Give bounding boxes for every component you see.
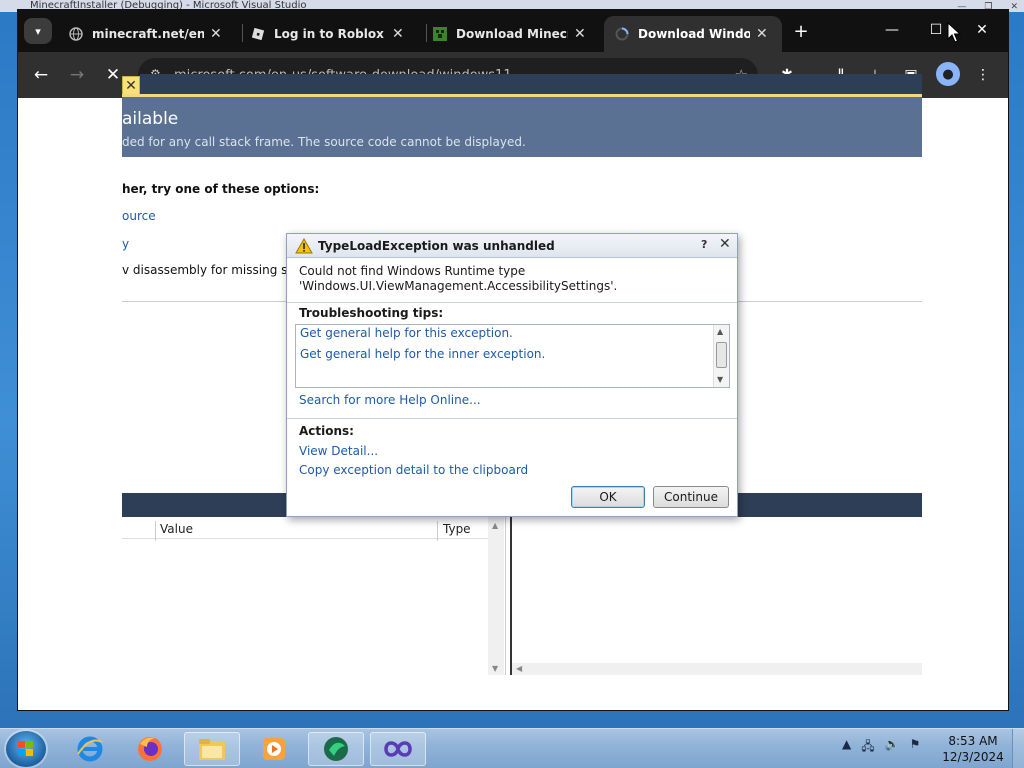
view-disassembly-link[interactable]: y	[122, 237, 129, 251]
browse-source-link[interactable]: ource	[122, 209, 156, 223]
dialog-close-icon[interactable]: ✕	[719, 236, 731, 252]
minimize-button[interactable]: —	[880, 18, 904, 42]
actions-heading: Actions:	[299, 424, 354, 438]
maximize-button[interactable]: ☐	[924, 18, 948, 42]
close-tab-icon[interactable]: ✕	[574, 26, 590, 42]
document-tab-strip	[140, 74, 922, 94]
value-column-header[interactable]: Value	[160, 522, 193, 536]
plus-icon: +	[793, 20, 809, 42]
volume-muted-icon[interactable]: 🔈	[885, 737, 900, 758]
maximize-icon: ☐	[929, 22, 943, 38]
copy-exception-detail-link[interactable]: Copy exception detail to the clipboard	[299, 463, 528, 477]
roblox-icon	[250, 26, 266, 42]
clock-time: 8:53 AM	[948, 734, 998, 748]
divider	[287, 302, 737, 303]
tab-download-minecraft[interactable]: Download Minecraft ✕	[422, 16, 600, 52]
source-not-available-header: ailable ded for any call stack frame. Th…	[122, 97, 922, 157]
network-icon[interactable]: 🖧	[861, 737, 874, 758]
clock[interactable]: 8:53 AM 12/3/2024	[940, 733, 1006, 765]
tab-title: minecraft.net/en-us/	[92, 27, 204, 41]
show-hidden-icons-icon[interactable]: ▲	[842, 737, 851, 758]
help-icon[interactable]: ?	[701, 238, 707, 251]
exception-message-line: Could not find Windows Runtime type	[299, 264, 526, 278]
close-icon: ✕	[105, 65, 121, 85]
globe-icon	[68, 26, 84, 42]
locals-header: Value Type	[122, 519, 490, 541]
file-explorer-icon[interactable]	[184, 732, 240, 766]
clock-date: 12/3/2024	[942, 750, 1004, 764]
chevron-down-icon: ▾	[35, 24, 41, 38]
windows-logo-icon	[18, 741, 34, 757]
tab-minecraft-net[interactable]: minecraft.net/en-us/ ✕	[58, 16, 236, 52]
close-document-icon[interactable]: ✕	[122, 76, 140, 96]
tab-title: Download Windows	[638, 27, 750, 41]
locals-scrollbar[interactable]: ▲ ▼	[488, 517, 504, 675]
divider	[287, 418, 737, 419]
new-tab-button[interactable]: +	[790, 20, 812, 42]
more-menu-icon[interactable]: ⋮	[972, 64, 994, 86]
call-stack-panel: ◀	[510, 517, 922, 675]
back-button[interactable]: ←	[28, 62, 54, 88]
tab-strip: ▾ minecraft.net/en-us/ ✕ Log in to Roblo…	[18, 10, 1008, 52]
source-not-available-desc: ded for any call stack frame. The source…	[122, 135, 526, 149]
exception-message-line: 'Windows.UI.ViewManagement.Accessibility…	[299, 279, 618, 293]
scroll-down-icon[interactable]: ▼	[492, 664, 498, 673]
firefox-icon[interactable]	[122, 732, 178, 766]
start-button[interactable]	[6, 731, 46, 767]
tab-download-windows[interactable]: Download Windows ✕	[604, 16, 782, 52]
column-separator[interactable]	[155, 521, 156, 541]
exception-message: Could not find Windows Runtime type 'Win…	[299, 264, 729, 294]
source-not-available-title: ailable	[122, 109, 179, 129]
type-column-header[interactable]: Type	[443, 522, 471, 536]
taskbar: ▲ 🖧 🔈 ⚑ 8:53 AM 12/3/2024	[0, 728, 1024, 768]
tips-scrollbar[interactable]: ▲ ▼	[713, 325, 729, 387]
scroll-left-icon[interactable]: ◀	[516, 664, 522, 673]
continue-button[interactable]: Continue	[653, 486, 729, 508]
column-separator[interactable]	[437, 521, 438, 541]
minimize-icon: —	[885, 22, 899, 38]
close-tab-icon[interactable]: ✕	[756, 26, 772, 42]
mouse-cursor-icon	[947, 22, 961, 43]
view-detail-link[interactable]: View Detail...	[299, 444, 378, 458]
close-icon: ✕	[976, 22, 988, 38]
internet-explorer-icon[interactable]	[62, 732, 118, 766]
search-help-online-link[interactable]: Search for more Help Online...	[299, 393, 481, 407]
troubleshooting-list: Get general help for this exception. Get…	[295, 324, 730, 388]
exception-dialog: TypeLoadException was unhandled ? ✕ Coul…	[286, 233, 738, 517]
scroll-down-icon[interactable]: ▼	[717, 375, 723, 384]
inner-exception-help-link[interactable]: Get general help for the inner exception…	[300, 347, 545, 361]
visual-studio-icon[interactable]	[370, 732, 426, 766]
arrow-right-icon: →	[69, 65, 85, 85]
dialog-title: TypeLoadException was unhandled	[318, 239, 555, 253]
forward-button[interactable]: →	[64, 62, 90, 88]
tab-search-button[interactable]: ▾	[24, 18, 52, 44]
options-heading: her, try one of these options:	[122, 182, 320, 196]
scroll-thumb[interactable]	[716, 342, 727, 368]
general-help-link[interactable]: Get general help for this exception.	[300, 326, 513, 340]
tab-title: Log in to Roblox	[274, 27, 384, 41]
system-tray: ▲ 🖧 🔈 ⚑	[842, 737, 920, 758]
minecraft-icon	[432, 26, 448, 42]
close-tab-icon[interactable]: ✕	[392, 26, 408, 42]
action-center-flag-icon[interactable]: ⚑	[910, 737, 921, 758]
arrow-left-icon: ←	[33, 65, 49, 85]
scroll-up-icon[interactable]: ▲	[492, 521, 498, 530]
close-tab-icon[interactable]: ✕	[210, 26, 226, 42]
vs-close-icon[interactable]: ✕	[1010, 1, 1018, 12]
tab-roblox[interactable]: Log in to Roblox ✕	[240, 16, 418, 52]
ok-button[interactable]: OK	[571, 486, 645, 508]
app-icon[interactable]	[308, 732, 364, 766]
horizontal-scrollbar[interactable]: ◀	[512, 663, 922, 675]
troubleshooting-heading: Troubleshooting tips:	[299, 306, 444, 320]
loading-icon	[614, 26, 630, 42]
show-desktop-button[interactable]	[1012, 729, 1024, 768]
profile-avatar-icon[interactable]: ●	[936, 62, 960, 86]
media-player-icon[interactable]	[246, 732, 302, 766]
dialog-titlebar: TypeLoadException was unhandled ? ✕	[287, 234, 737, 258]
tab-title: Download Minecraft	[456, 27, 568, 41]
close-window-button[interactable]: ✕	[970, 18, 994, 42]
locals-panel: Value Type	[122, 517, 506, 675]
warning-icon	[295, 237, 313, 254]
scroll-up-icon[interactable]: ▲	[717, 327, 723, 336]
